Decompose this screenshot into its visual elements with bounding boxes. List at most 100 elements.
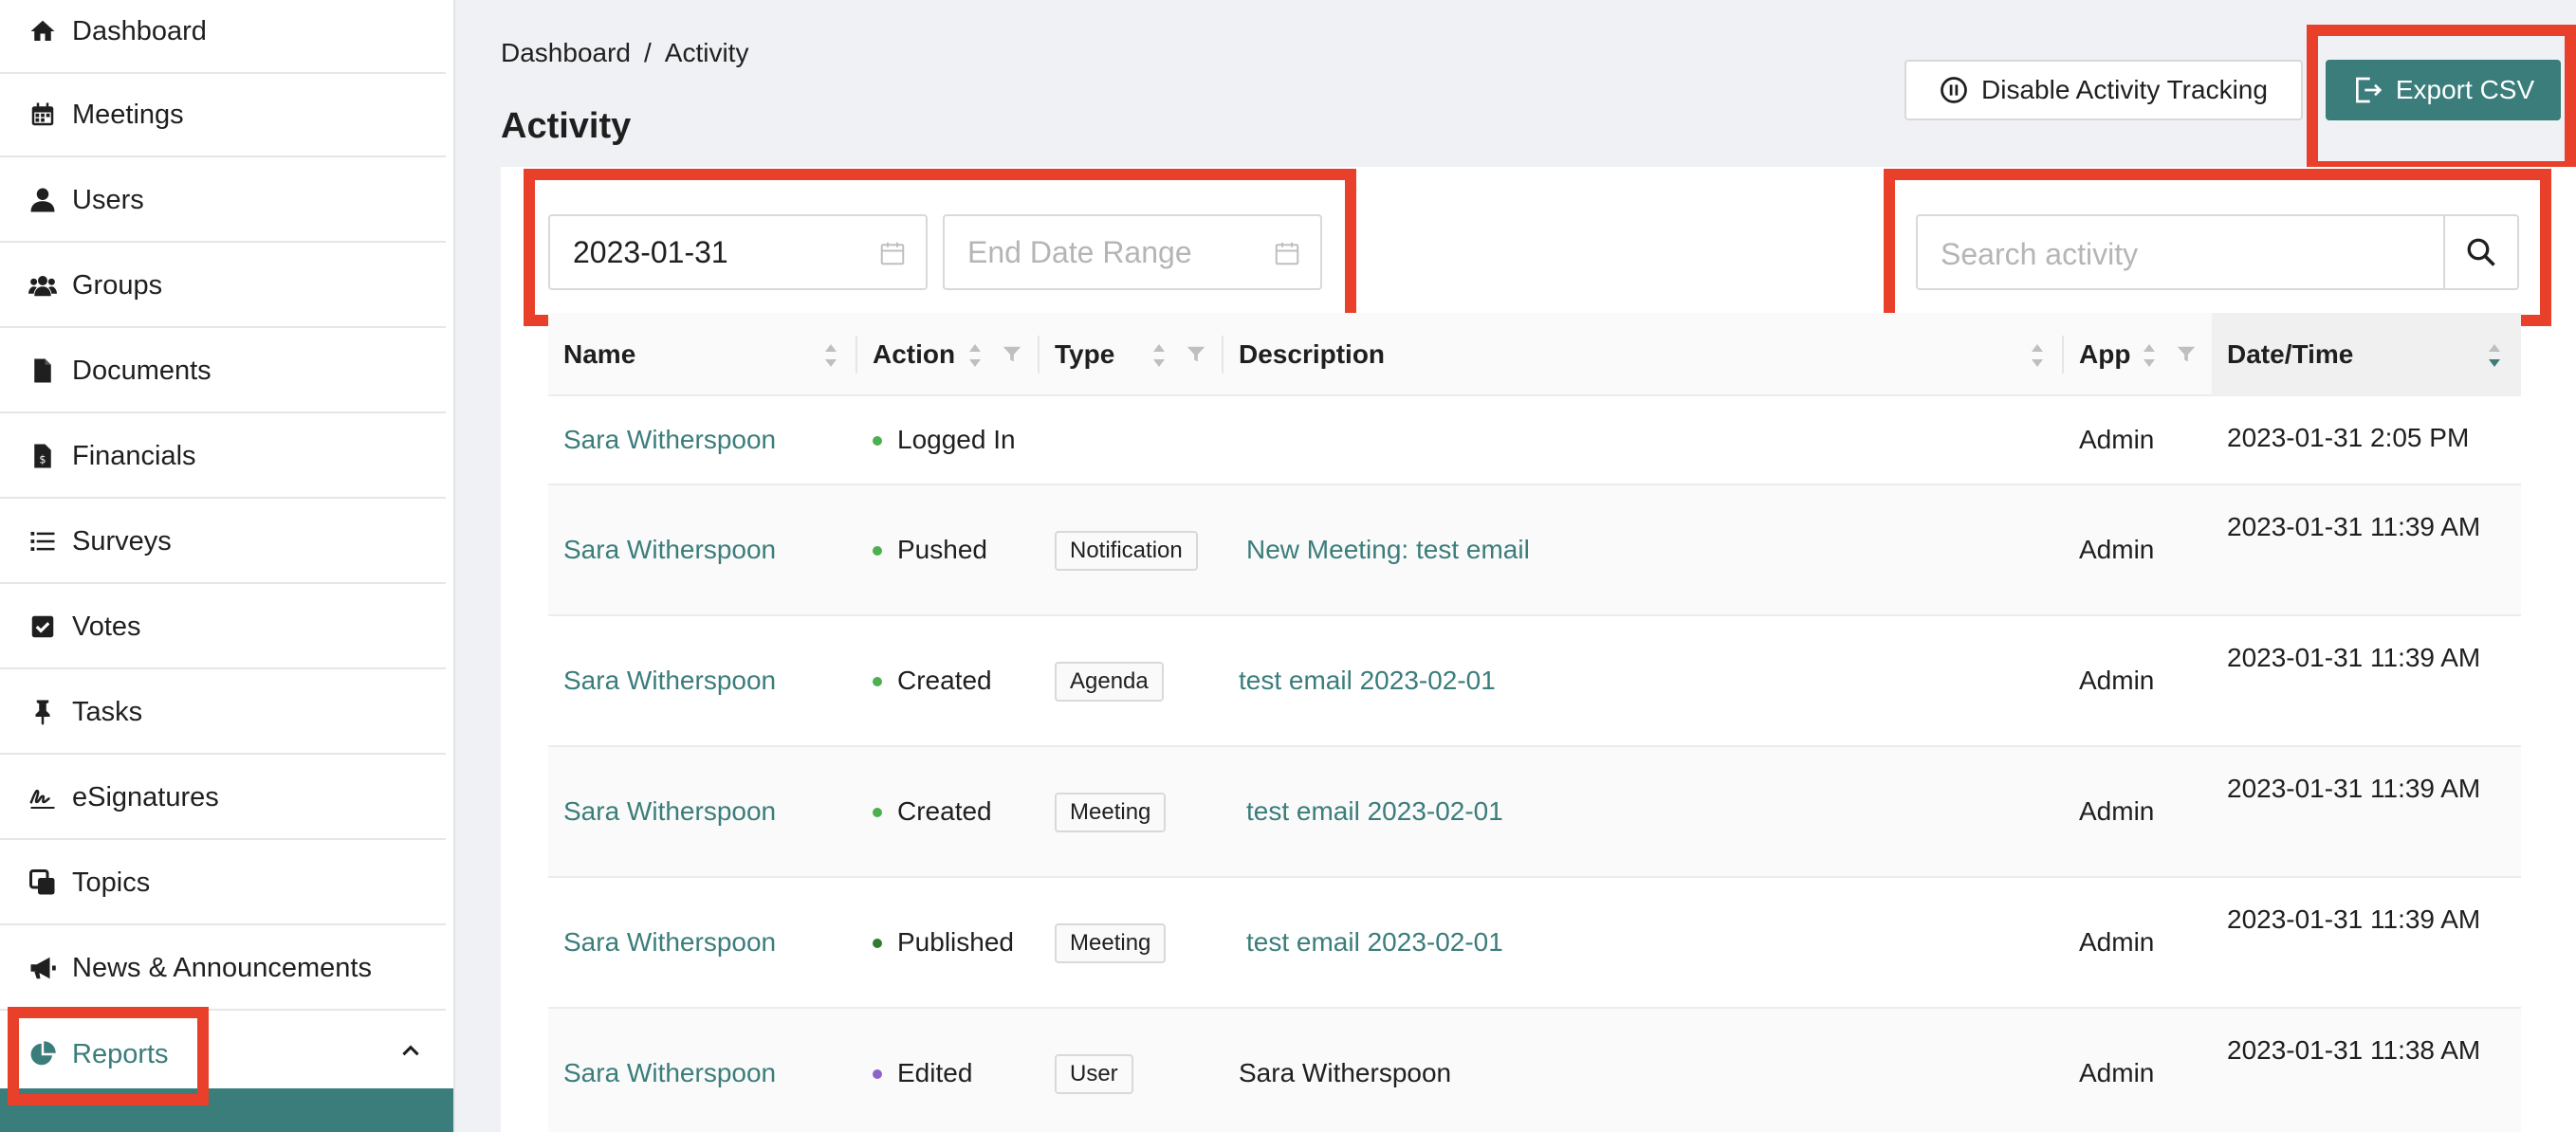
file-dollar-icon: $	[27, 440, 59, 472]
sidebar: Dashboard Meetings Users Groups Document…	[0, 0, 455, 1132]
type-tag: Notification	[1055, 531, 1198, 571]
datetime-text: 2023-01-31 11:38 AM	[2227, 1035, 2481, 1065]
pie-chart-icon	[27, 1038, 59, 1070]
sort-descending-icon[interactable]	[2487, 341, 2502, 370]
sidebar-item-label: Tasks	[72, 696, 143, 727]
sidebar-item-users[interactable]: Users	[0, 159, 446, 243]
breadcrumb-dashboard[interactable]: Dashboard	[501, 38, 631, 67]
sidebar-item-news[interactable]: News & Announcements	[0, 927, 446, 1011]
chevron-up-icon[interactable]	[398, 1039, 423, 1071]
action-text: Created	[897, 666, 992, 695]
datetime-text: 2023-01-31 11:39 AM	[2227, 512, 2481, 541]
filter-icon[interactable]	[1002, 344, 1022, 365]
sidebar-item-documents[interactable]: Documents	[0, 330, 446, 413]
sidebar-item-meetings[interactable]: Meetings	[0, 74, 446, 157]
action-text: Logged In	[897, 425, 1016, 454]
table-row[interactable]: Sara Witherspoon Edited User Sara Wither…	[548, 1009, 2521, 1132]
check-square-icon	[27, 611, 59, 643]
filter-icon[interactable]	[2176, 344, 2197, 365]
table-row[interactable]: Sara Witherspoon Pushed Notification New…	[548, 485, 2521, 616]
app-text: Admin	[2079, 927, 2155, 957]
sort-icon[interactable]	[2030, 341, 2045, 370]
sort-icon[interactable]	[2142, 341, 2157, 370]
start-date-input[interactable]: 2023-01-31	[548, 214, 928, 290]
table-row[interactable]: Sara Witherspoon Created Meeting test em…	[548, 747, 2521, 878]
sidebar-item-tasks[interactable]: Tasks	[0, 671, 446, 755]
app-text: Admin	[2079, 535, 2155, 564]
table-row[interactable]: Sara Witherspoon Published Meeting test …	[548, 878, 2521, 1009]
sidebar-item-label: Dashboard	[72, 15, 207, 46]
sort-icon[interactable]	[1151, 341, 1167, 370]
clone-icon	[27, 867, 59, 899]
description-link[interactable]: test email 2023-02-01	[1246, 927, 1503, 958]
column-header-type[interactable]: Type	[1055, 313, 1114, 396]
file-icon	[27, 355, 59, 387]
sidebar-item-label: Documents	[72, 355, 212, 386]
table-header: Name Action Type Description App Date/Ti…	[548, 313, 2521, 396]
datetime-text: 2023-01-31 11:39 AM	[2227, 643, 2481, 672]
sidebar-item-topics[interactable]: Topics	[0, 842, 446, 925]
user-name-link[interactable]: Sara Witherspoon	[563, 927, 776, 958]
page-title: Activity	[501, 106, 632, 146]
column-header-app[interactable]: App	[2079, 313, 2130, 396]
user-icon	[27, 184, 59, 216]
disable-tracking-button[interactable]: Disable Activity Tracking	[1904, 60, 2303, 120]
user-name-link[interactable]: Sara Witherspoon	[563, 1058, 776, 1088]
app-text: Admin	[2079, 666, 2155, 695]
status-dot	[873, 1069, 882, 1079]
sidebar-item-votes[interactable]: Votes	[0, 586, 446, 669]
status-dot	[873, 436, 882, 446]
sidebar-item-dashboard[interactable]: Dashboard	[0, 0, 446, 74]
sidebar-item-esignatures[interactable]: eSignatures	[0, 757, 446, 840]
breadcrumb: Dashboard / Activity	[501, 38, 748, 68]
app-text: Admin	[2079, 796, 2155, 826]
description-link[interactable]: New Meeting: test email	[1246, 535, 1530, 565]
sidebar-item-surveys[interactable]: Surveys	[0, 501, 446, 584]
sidebar-item-financials[interactable]: $ Financials	[0, 415, 446, 499]
search-icon	[2467, 238, 2495, 266]
search-button[interactable]	[2443, 216, 2517, 288]
column-header-description[interactable]: Description	[1239, 313, 1385, 396]
action-text: Edited	[897, 1058, 973, 1087]
end-date-placeholder: End Date Range	[967, 234, 1192, 269]
breadcrumb-separator: /	[643, 38, 652, 67]
datetime-text: 2023-01-31 2:05 PM	[2227, 423, 2470, 452]
sidebar-item-label: Topics	[72, 867, 151, 898]
user-name-link[interactable]: Sara Witherspoon	[563, 535, 776, 565]
type-tag: Agenda	[1055, 662, 1164, 702]
datetime-text: 2023-01-31 11:39 AM	[2227, 904, 2481, 934]
column-header-name[interactable]: Name	[563, 313, 635, 396]
type-tag: Meeting	[1055, 923, 1167, 963]
home-icon	[27, 15, 59, 47]
column-header-action[interactable]: Action	[873, 313, 955, 396]
action-text: Pushed	[897, 535, 987, 564]
column-header-datetime[interactable]: Date/Time	[2212, 313, 2521, 396]
sidebar-item-label: Groups	[72, 269, 163, 301]
disable-tracking-label: Disable Activity Tracking	[1981, 75, 2268, 104]
end-date-input[interactable]: End Date Range	[943, 214, 1322, 290]
app-text: Admin	[2079, 1058, 2155, 1087]
table-row[interactable]: Sara Witherspoon Logged In Admin 2023-01…	[548, 396, 2521, 485]
sidebar-item-label: eSignatures	[72, 781, 219, 812]
sidebar-item-label: Surveys	[72, 525, 172, 557]
sort-icon[interactable]	[823, 341, 838, 370]
sort-icon[interactable]	[967, 341, 983, 370]
pin-icon	[27, 696, 59, 728]
table-row[interactable]: Sara Witherspoon Created Agenda test ema…	[548, 616, 2521, 747]
export-csv-button[interactable]: Export CSV	[2326, 60, 2561, 120]
datetime-text: 2023-01-31 11:39 AM	[2227, 774, 2481, 803]
user-name-link[interactable]: Sara Witherspoon	[563, 796, 776, 827]
list-icon	[27, 525, 59, 557]
sidebar-item-label: Votes	[72, 611, 141, 642]
description-link[interactable]: test email 2023-02-01	[1246, 796, 1503, 827]
sidebar-item-label: Users	[72, 184, 144, 215]
filter-icon[interactable]	[1186, 344, 1206, 365]
status-dot	[873, 546, 882, 556]
user-name-link[interactable]: Sara Witherspoon	[563, 666, 776, 696]
sidebar-item-label: News & Announcements	[72, 952, 372, 983]
user-name-link[interactable]: Sara Witherspoon	[563, 425, 776, 455]
sidebar-item-groups[interactable]: Groups	[0, 245, 446, 328]
sidebar-item-reports[interactable]: Reports	[0, 1013, 446, 1096]
search-input[interactable]: Search activity	[1916, 214, 2519, 290]
description-link[interactable]: test email 2023-02-01	[1239, 666, 1496, 696]
